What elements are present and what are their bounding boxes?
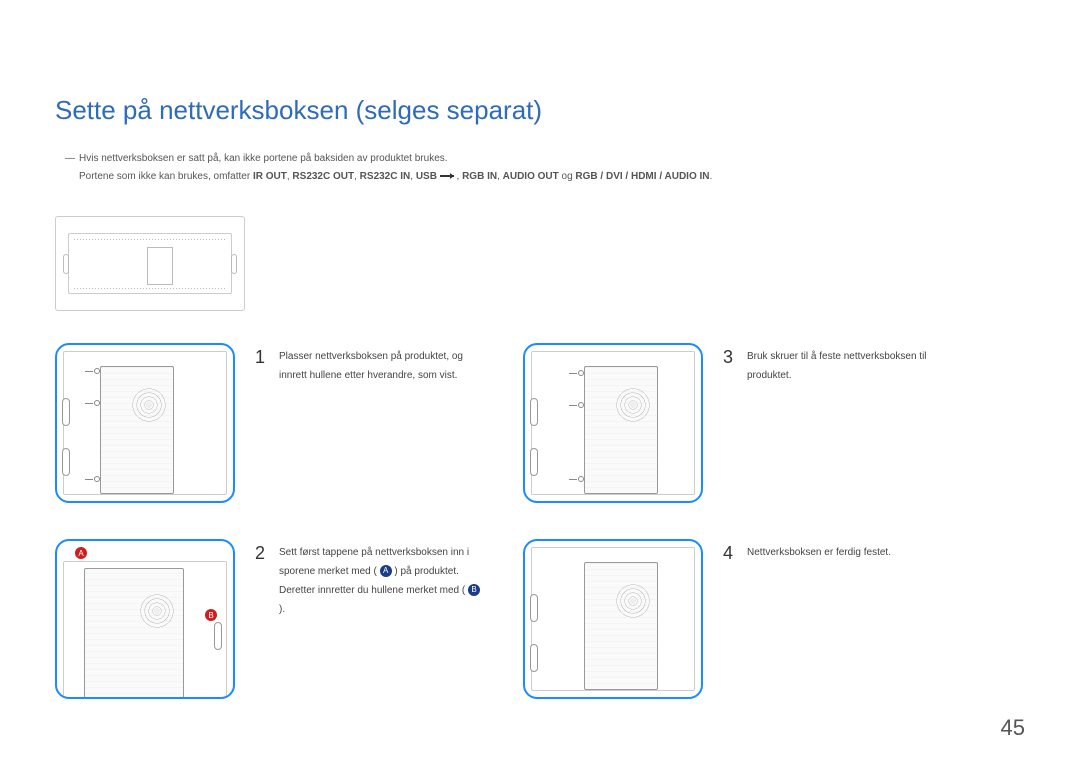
note-block: ―Hvis nettverksboksen er satt på, kan ik… [55,150,1025,186]
step-number-3: 3 [723,347,733,368]
step-number-4: 4 [723,543,733,564]
ref-b-icon: B [468,584,480,596]
step-text-4: Nettverksboksen er ferdig festet. [747,543,891,562]
figure-step-1 [55,343,235,503]
page-number: 45 [1001,715,1025,741]
figure-step-2: A B [55,539,235,699]
vent-icon [139,593,175,629]
usb-icon [440,172,454,180]
note-dash-icon: ― [65,150,79,168]
step-text-3: Bruk skruer til å feste nettverksboksen … [747,347,953,385]
step-text-1: Plasser nettverksboksen på produktet, og… [279,347,485,385]
netbox-icon [584,562,658,690]
figure-overview-netbox [147,247,173,285]
vent-icon [615,387,651,423]
step-text-2: Sett først tappene på nettverksboksen in… [279,543,485,619]
netbox-icon [100,366,174,494]
netbox-icon [84,568,184,699]
vent-icon [131,387,167,423]
figure-step-4 [523,539,703,699]
note-line2: Portene som ikke kan brukes, omfatter IR… [65,168,1025,186]
marker-a-icon: A [75,547,87,559]
ref-a-icon: A [380,565,392,577]
netbox-icon [584,366,658,494]
note-line1: Hvis nettverksboksen er satt på, kan ikk… [79,153,448,164]
page-title: Sette på nettverksboksen (selges separat… [55,95,1025,126]
vent-icon [615,583,651,619]
figure-overview [55,216,245,311]
step-number-2: 2 [255,543,265,564]
figure-step-3 [523,343,703,503]
step-number-1: 1 [255,347,265,368]
